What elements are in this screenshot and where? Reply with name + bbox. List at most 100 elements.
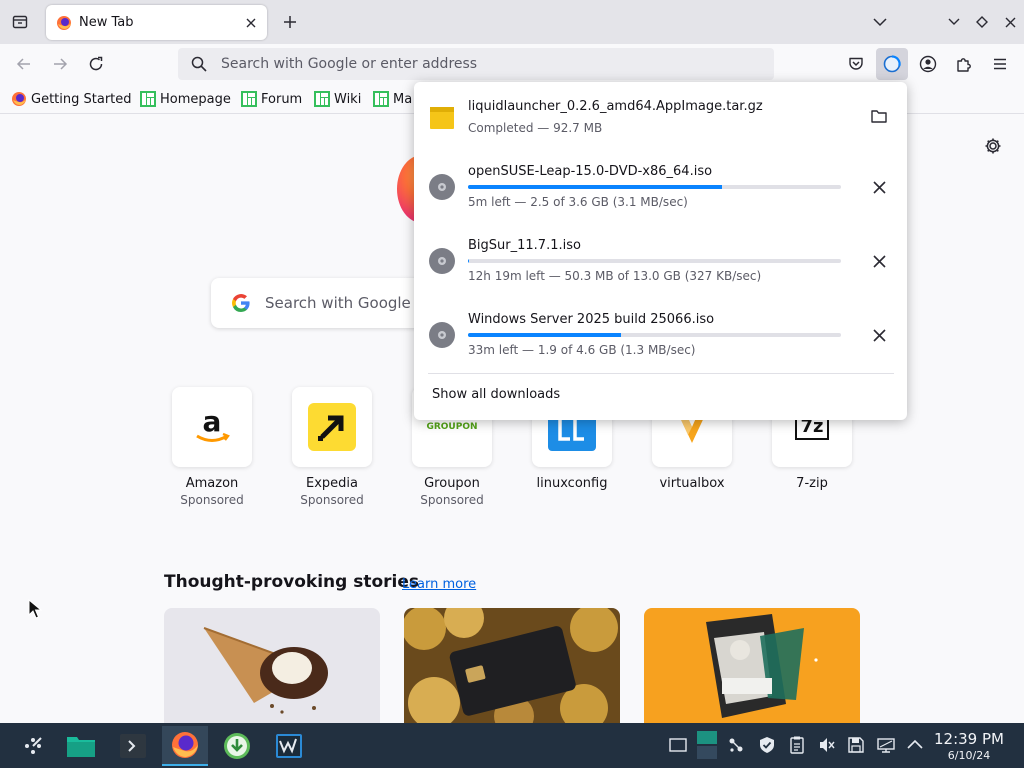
close-icon [872,328,886,342]
bookmark-manjaro[interactable]: Ma [373,90,412,108]
divider [428,373,894,374]
clock-time: 12:39 PM [934,730,1004,748]
download-progress-bar [468,185,841,189]
network-wired-icon[interactable] [876,735,896,755]
shortcut-expedia[interactable]: Expedia Sponsored [282,387,382,507]
launcher-icon [25,737,42,754]
close-tab-button[interactable] [239,11,263,35]
story-image-credit-card-coins [404,608,620,723]
newtab-search-placeholder: Search with Google o [265,294,425,312]
downloads-button[interactable] [876,48,908,80]
customize-button[interactable] [982,135,1004,157]
shortcut-name: Amazon [185,476,239,491]
archive-file-icon [430,107,454,129]
arrow-right-icon [54,58,68,70]
reload-button[interactable] [80,48,112,80]
download-progress-bar [468,259,841,263]
maximize-window-button[interactable] [968,0,996,44]
show-all-downloads-button[interactable]: Show all downloads [432,387,560,402]
digital-clock[interactable]: 12:39 PM 6/10/24 [928,730,1010,762]
story-card-credit-card[interactable] [404,608,620,723]
shortcut-name: Groupon [424,476,480,491]
bookmark-homepage[interactable]: Homepage [140,90,231,108]
download-filename: liquidlauncher_0.2.6_amd64.AppImage.tar.… [468,99,763,114]
gear-icon [985,138,1001,154]
taskbar-terminal[interactable] [110,726,156,766]
tab-new-tab[interactable]: New Tab [46,5,267,40]
manjaro-icon [373,91,389,107]
download-item[interactable]: Windows Server 2025 build 25066.iso 33m … [414,304,907,378]
new-tab-button[interactable] [276,0,304,44]
download-status: 12h 19m left — 50.3 MB of 13.0 GB (327 K… [468,269,762,283]
clipboard-icon[interactable] [787,735,807,755]
application-launcher-button[interactable] [10,726,56,766]
download-status: 33m left — 1.9 of 4.6 GB (1.3 MB/sec) [468,343,696,357]
pager-icon[interactable] [696,730,718,760]
back-button[interactable] [8,48,40,80]
extensions-button[interactable] [948,48,980,80]
expedia-logo-icon [308,403,356,451]
address-bar[interactable] [178,48,774,80]
bookmark-forum[interactable]: Forum [241,90,302,108]
taskbar-firefox[interactable] [162,726,208,766]
manjaro-icon [241,91,257,107]
shield-icon[interactable] [757,735,777,755]
address-input[interactable] [221,56,741,72]
close-icon [872,180,886,194]
pocket-button[interactable] [840,48,872,80]
taskbar-download-manager[interactable] [214,726,260,766]
learn-more-link[interactable]: Learn more [402,577,476,592]
chevron-down-icon [873,18,887,27]
firefox-view-button[interactable] [6,0,34,44]
cancel-download-button[interactable] [865,173,893,201]
plus-icon [284,16,296,28]
search-icon [191,56,207,72]
download-filename: BigSur_11.7.1.iso [468,238,581,253]
app-menu-button[interactable] [984,48,1016,80]
sponsored-label: Sponsored [420,493,484,507]
story-card-pianist[interactable] [644,608,860,723]
bookmark-label: Homepage [160,91,231,107]
shortcut-tile [292,387,372,467]
stories-heading: Thought-provoking stories [164,572,420,592]
navigation-toolbar [0,44,1024,84]
taskbar-system-monitor[interactable] [266,726,312,766]
google-icon [232,294,250,312]
show-desktop-icon[interactable] [668,735,688,755]
disc-image-icon [429,248,455,274]
pocket-icon [849,57,863,70]
download-progress-fill [468,333,621,337]
show-in-folder-button[interactable] [865,102,893,130]
reload-icon [89,56,103,71]
cancel-download-button[interactable] [865,247,893,275]
close-window-button[interactable] [996,0,1024,44]
firefox-icon [172,732,198,758]
bookmark-getting-started[interactable]: Getting Started [11,90,132,108]
chevron-up-icon[interactable] [905,735,925,755]
network-activity-icon[interactable] [726,735,746,755]
firefox-view-icon [12,15,28,29]
download-item[interactable]: liquidlauncher_0.2.6_amd64.AppImage.tar.… [414,82,907,156]
storage-save-icon[interactable] [846,735,866,755]
download-status: Completed — 92.7 MB [468,121,603,135]
puzzle-icon [957,58,971,72]
account-icon [919,55,937,73]
minimize-window-button[interactable] [940,0,968,44]
bookmark-wiki[interactable]: Wiki [314,90,361,108]
close-icon [1005,17,1015,27]
forward-button[interactable] [44,48,76,80]
download-item[interactable]: openSUSE-Leap-15.0-DVD-x86_64.iso 5m lef… [414,156,907,230]
download-filename: openSUSE-Leap-15.0-DVD-x86_64.iso [468,164,713,179]
download-item[interactable]: BigSur_11.7.1.iso 12h 19m left — 50.3 MB… [414,230,907,304]
volume-muted-icon[interactable] [817,735,837,755]
download-progress-fill [468,259,470,263]
download-progress-bar [468,333,841,337]
story-card-ice-cream[interactable] [164,608,380,723]
account-button[interactable] [912,48,944,80]
list-all-tabs-button[interactable] [866,0,894,44]
cancel-download-button[interactable] [865,321,893,349]
taskbar-files[interactable] [58,726,104,766]
bookmark-label: Ma [393,91,413,107]
groupon-logo-icon: GROUPON [426,422,478,432]
shortcut-amazon[interactable]: a Amazon Sponsored [162,387,262,507]
